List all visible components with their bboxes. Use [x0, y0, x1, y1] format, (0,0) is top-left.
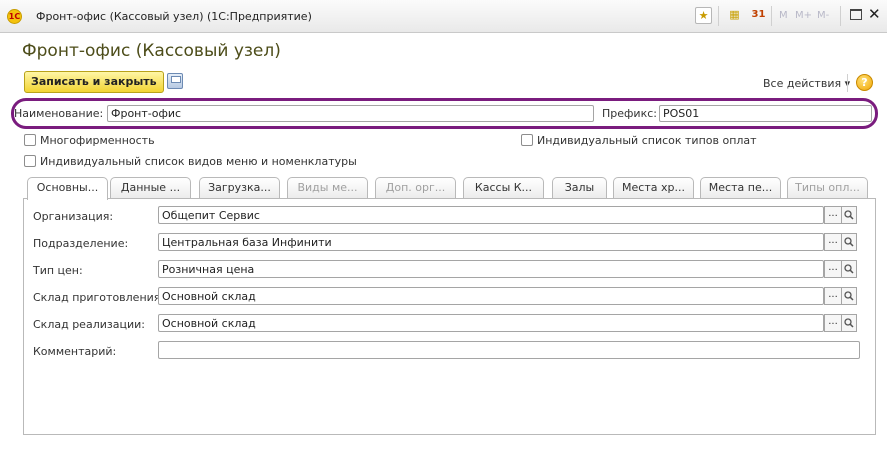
- organization-select-button[interactable]: ...: [824, 206, 842, 224]
- tab-storage-places[interactable]: Места хр...: [613, 177, 694, 198]
- sales-warehouse-select-button[interactable]: ...: [824, 314, 842, 332]
- tab-halls[interactable]: Залы: [552, 177, 607, 198]
- tab-cash-registers[interactable]: Кассы К...: [463, 177, 544, 198]
- organization-label: Организация:: [33, 210, 114, 223]
- tab-menu-types[interactable]: Виды ме...: [287, 177, 368, 198]
- page-title: Фронт-офис (Кассовый узел): [22, 41, 281, 61]
- kitchen-warehouse-input[interactable]: [158, 287, 824, 305]
- memory-minus-button[interactable]: M-: [817, 10, 829, 21]
- toolbar-separator: [718, 6, 719, 26]
- favorites-star-icon[interactable]: ★: [695, 7, 712, 24]
- search-icon[interactable]: [842, 314, 857, 332]
- department-label: Подразделение:: [33, 237, 129, 250]
- all-actions-menu[interactable]: Все действия ▾: [763, 77, 850, 90]
- calculator-icon[interactable]: ▦: [726, 7, 743, 24]
- prefix-input[interactable]: [659, 105, 872, 122]
- menu-list-label: Индивидуальный список видов меню и номен…: [40, 155, 357, 168]
- calendar-icon[interactable]: 31: [750, 7, 767, 24]
- sales-warehouse-input[interactable]: [158, 314, 824, 332]
- comment-input[interactable]: [158, 341, 860, 359]
- tab-main[interactable]: Основны...: [27, 177, 108, 200]
- payment-types-checkbox[interactable]: [521, 134, 533, 146]
- window-title: Фронт-офис (Кассовый узел) (1С:Предприят…: [36, 10, 312, 23]
- prefix-label: Префикс:: [602, 107, 657, 120]
- payment-types-label: Индивидуальный список типов оплат: [537, 134, 757, 147]
- department-select-button[interactable]: ...: [824, 233, 842, 251]
- comment-label: Комментарий:: [33, 345, 117, 358]
- sales-warehouse-label: Склад реализации:: [33, 318, 145, 331]
- tab-print-places[interactable]: Места пе...: [700, 177, 781, 198]
- close-icon[interactable]: ✕: [868, 5, 881, 23]
- department-input[interactable]: [158, 233, 824, 251]
- search-icon[interactable]: [842, 233, 857, 251]
- search-icon[interactable]: [842, 260, 857, 278]
- multi-company-checkbox[interactable]: [24, 134, 36, 146]
- search-icon[interactable]: [842, 287, 857, 305]
- app-logo-icon: 1С: [7, 9, 22, 24]
- price-type-label: Тип цен:: [33, 264, 83, 277]
- save-and-close-button[interactable]: Записать и закрыть: [24, 71, 164, 93]
- name-input[interactable]: [107, 105, 594, 122]
- save-icon[interactable]: [167, 73, 183, 89]
- toolbar-separator: [771, 6, 772, 26]
- help-icon[interactable]: ?: [856, 74, 873, 91]
- search-icon[interactable]: [842, 206, 857, 224]
- multi-company-label: Многофирменность: [40, 134, 155, 147]
- memory-plus-button[interactable]: M+: [795, 10, 812, 21]
- menu-list-checkbox[interactable]: [24, 155, 36, 167]
- tab-data[interactable]: Данные ...: [110, 177, 191, 198]
- price-type-input[interactable]: [158, 260, 824, 278]
- tab-loading[interactable]: Загрузка...: [199, 177, 280, 198]
- kitchen-warehouse-select-button[interactable]: ...: [824, 287, 842, 305]
- window-titlebar: 1С Фронт-офис (Кассовый узел) (1С:Предпр…: [0, 0, 887, 33]
- toolbar-separator: [840, 6, 841, 26]
- maximize-icon[interactable]: [850, 9, 862, 20]
- price-type-select-button[interactable]: ...: [824, 260, 842, 278]
- memory-m-button[interactable]: M: [779, 10, 788, 21]
- toolbar-separator: [847, 74, 848, 92]
- kitchen-warehouse-label: Склад приготовления:: [33, 291, 165, 304]
- tab-extra-org[interactable]: Доп. орг...: [375, 177, 456, 198]
- name-label: Наименование:: [14, 107, 104, 120]
- tab-payment-types[interactable]: Типы опл...: [787, 177, 868, 198]
- organization-input[interactable]: [158, 206, 824, 224]
